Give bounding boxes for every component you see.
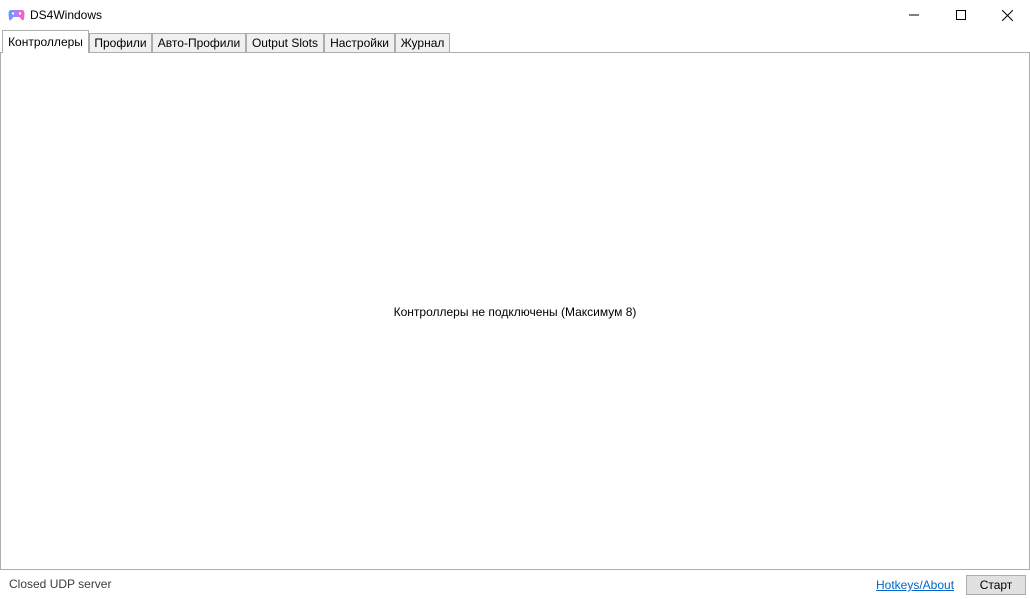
tab-controllers[interactable]: Контроллеры (2, 30, 89, 53)
tab-auto-profiles[interactable]: Авто-Профили (152, 33, 246, 53)
start-button[interactable]: Старт (966, 575, 1026, 595)
tab-profiles[interactable]: Профили (89, 33, 152, 53)
status-text: Closed UDP server (9, 577, 112, 591)
tab-output-slots[interactable]: Output Slots (246, 33, 324, 53)
close-icon (1001, 9, 1013, 21)
main-tabs: Контроллеры Профили Авто-Профили Output … (0, 30, 1030, 53)
maximize-button[interactable] (938, 0, 984, 30)
maximize-icon (956, 10, 966, 20)
controllers-panel: Контроллеры не подключены (Максимум 8) (0, 52, 1030, 570)
tab-log[interactable]: Журнал (395, 33, 450, 53)
close-button[interactable] (984, 0, 1030, 30)
hotkeys-about-link[interactable]: Hotkeys/About (876, 578, 954, 592)
window-title: DS4Windows (30, 8, 103, 22)
title-bar: DS4Windows (0, 0, 1030, 30)
gamepad-icon (8, 7, 25, 22)
tab-settings[interactable]: Настройки (324, 33, 395, 53)
minimize-button[interactable] (891, 0, 937, 30)
ds4windows-window: DS4Windows Контроллеры Профили Авто-Проф… (0, 0, 1030, 599)
no-controllers-message: Контроллеры не подключены (Максимум 8) (393, 305, 637, 319)
minimize-icon (909, 14, 919, 16)
